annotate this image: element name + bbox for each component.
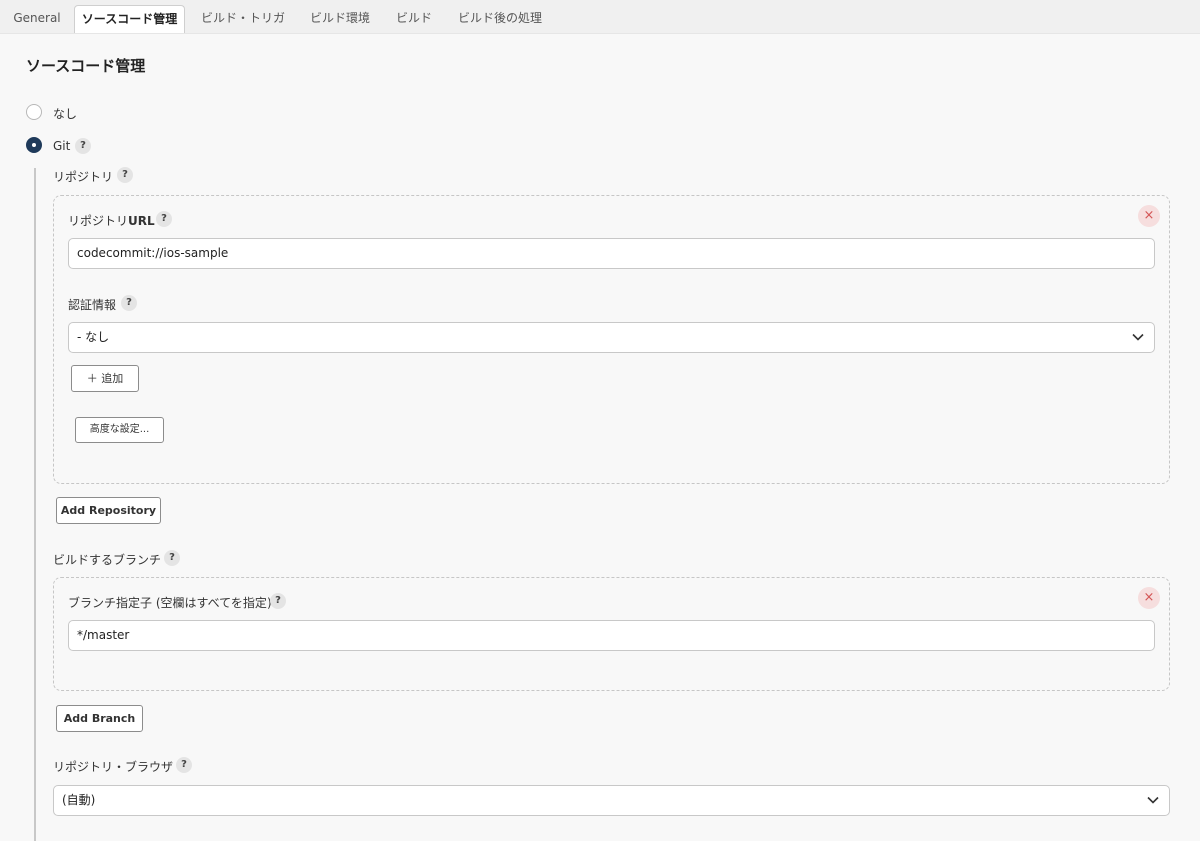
branch-specifier-label: ブランチ指定子 (空欄はすべてを指定) xyxy=(68,596,272,610)
repository-browser-label: リポジトリ・ブラウザ xyxy=(53,760,174,774)
repository-url-label-suffix: URL xyxy=(128,214,155,228)
scm-git-radio[interactable] xyxy=(26,137,42,153)
add-repository-button[interactable]: Add Repository xyxy=(56,497,161,524)
repository-url-input[interactable]: codecommit://ios-sample xyxy=(68,238,1155,269)
close-icon[interactable]: × xyxy=(1138,587,1160,609)
add-credentials-button[interactable]: ＋ 追加 xyxy=(71,365,139,392)
tab-build-triggers[interactable]: ビルド・トリガ xyxy=(194,5,292,33)
credentials-select-value: - なし xyxy=(77,330,110,344)
advanced-settings-button[interactable]: 高度な設定... xyxy=(75,417,164,443)
repository-url-label: リポジトリURL xyxy=(68,212,155,229)
help-icon[interactable]: ? xyxy=(121,295,137,311)
help-icon[interactable]: ? xyxy=(270,593,286,609)
scm-none-radio[interactable] xyxy=(26,104,42,120)
help-icon[interactable]: ? xyxy=(75,138,91,154)
git-section-indent-line xyxy=(34,168,36,841)
tab-general[interactable]: General xyxy=(8,5,66,33)
tab-source-code-management[interactable]: ソースコード管理 xyxy=(74,5,185,33)
help-icon[interactable]: ? xyxy=(176,757,192,773)
branch-specifier-input[interactable]: */master xyxy=(68,620,1155,651)
help-icon[interactable]: ? xyxy=(156,211,172,227)
add-branch-button[interactable]: Add Branch xyxy=(56,705,143,732)
tab-build-environment[interactable]: ビルド環境 xyxy=(303,5,377,33)
close-icon[interactable]: × xyxy=(1138,205,1160,227)
scm-git-label: Git xyxy=(53,139,71,153)
repository-browser-select-value: (自動) xyxy=(62,793,96,807)
credentials-select[interactable]: - なし xyxy=(68,322,1155,353)
chevron-down-icon xyxy=(1147,786,1159,804)
section-title: ソースコード管理 xyxy=(26,57,146,75)
branches-label: ビルドするブランチ xyxy=(53,553,162,567)
tab-post-build[interactable]: ビルド後の処理 xyxy=(451,5,549,33)
chevron-down-icon xyxy=(1132,323,1144,341)
tab-bar: General ソースコード管理 ビルド・トリガ ビルド環境 ビルド ビルド後の… xyxy=(0,0,1200,34)
tab-build[interactable]: ビルド xyxy=(388,5,440,33)
scm-none-label: なし xyxy=(53,107,78,121)
credentials-label: 認証情報 xyxy=(68,298,117,312)
help-icon[interactable]: ? xyxy=(117,167,133,183)
repository-browser-select[interactable]: (自動) xyxy=(53,785,1170,816)
help-icon[interactable]: ? xyxy=(164,550,180,566)
repositories-label: リポジトリ xyxy=(53,170,114,184)
repository-url-label-prefix: リポジトリ xyxy=(68,214,129,228)
